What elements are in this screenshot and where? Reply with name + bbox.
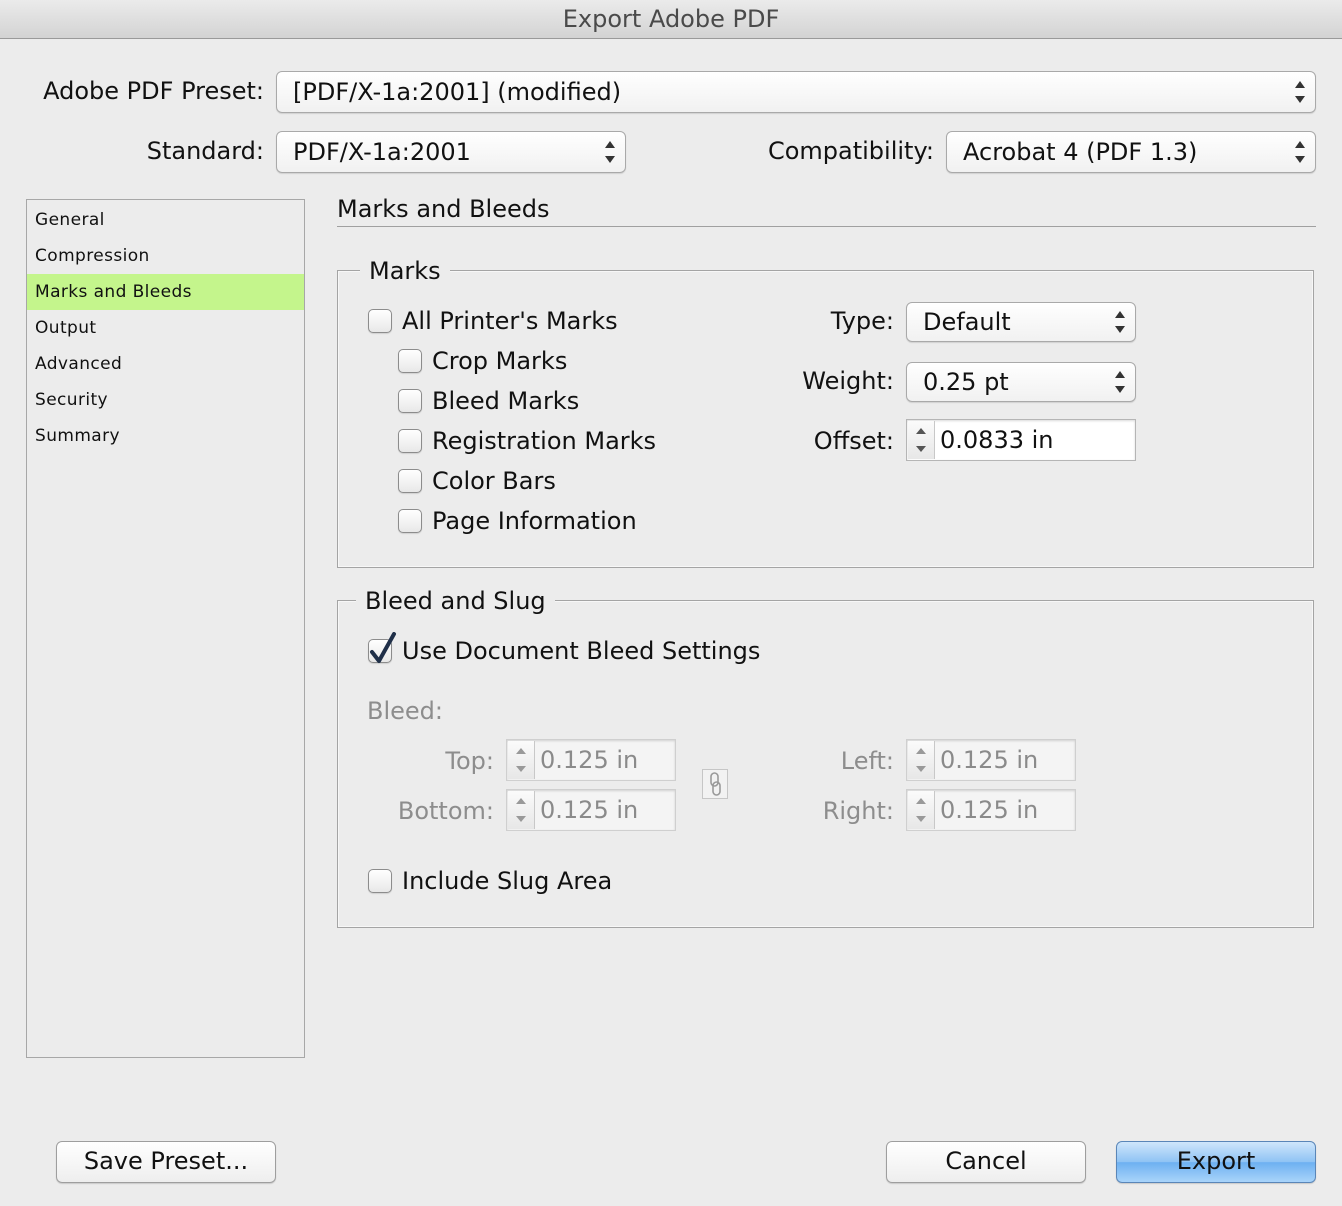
- weight-value: 0.25 pt: [923, 368, 1009, 396]
- updown-arrows-icon: [1295, 81, 1305, 103]
- all-printers-marks-checkbox[interactable]: [368, 309, 392, 333]
- preset-popup[interactable]: [PDF/X-1a:2001] (modified): [276, 71, 1316, 113]
- stepper-icon[interactable]: [908, 791, 935, 829]
- registration-marks-checkbox[interactable]: [398, 429, 422, 453]
- right-field[interactable]: 0.125 in: [906, 789, 1076, 831]
- bleed-marks-checkbox[interactable]: [398, 389, 422, 413]
- color-bars-checkbox[interactable]: [398, 469, 422, 493]
- bleed-label: Bleed:: [367, 697, 443, 725]
- sidebar-item-marks-and-bleeds[interactable]: Marks and Bleeds: [27, 274, 304, 310]
- standard-value: PDF/X-1a:2001: [293, 138, 471, 166]
- updown-arrows-icon: [1115, 371, 1125, 393]
- offset-value: 0.0833 in: [940, 426, 1054, 454]
- title-divider: [337, 226, 1316, 227]
- left-label: Left:: [840, 747, 894, 775]
- compatibility-label: Compatibility:: [767, 137, 934, 165]
- bleed-marks-label: Bleed Marks: [432, 387, 580, 415]
- checkmark-icon: [370, 632, 396, 663]
- type-popup[interactable]: Default: [906, 302, 1136, 342]
- include-slug-checkbox[interactable]: [368, 869, 392, 893]
- standard-popup[interactable]: PDF/X-1a:2001: [276, 131, 626, 173]
- stepper-icon[interactable]: [508, 741, 535, 779]
- page-information-checkbox[interactable]: [398, 509, 422, 533]
- use-document-bleed-checkbox[interactable]: [368, 632, 396, 663]
- updown-arrows-icon: [1115, 311, 1125, 333]
- stepper-icon[interactable]: [908, 741, 935, 779]
- updown-arrows-icon: [1295, 141, 1305, 163]
- marks-legend: Marks: [360, 256, 450, 286]
- weight-popup[interactable]: 0.25 pt: [906, 362, 1136, 402]
- registration-marks-label: Registration Marks: [432, 427, 657, 455]
- top-value: 0.125 in: [540, 746, 639, 774]
- bottom-field[interactable]: 0.125 in: [506, 789, 676, 831]
- sidebar-item-advanced[interactable]: Advanced: [27, 346, 304, 382]
- use-document-bleed-label: Use Document Bleed Settings: [402, 637, 761, 665]
- chain-link-icon[interactable]: [702, 769, 728, 799]
- left-value: 0.125 in: [940, 746, 1039, 774]
- sidebar-item-security[interactable]: Security: [27, 382, 304, 418]
- top-field[interactable]: 0.125 in: [506, 739, 676, 781]
- right-label: Right:: [822, 797, 894, 825]
- window-title: Export Adobe PDF: [0, 0, 1342, 39]
- stepper-icon[interactable]: [508, 791, 535, 829]
- export-button[interactable]: Export: [1116, 1141, 1316, 1183]
- sidebar-item-general[interactable]: General: [27, 202, 304, 238]
- offset-field[interactable]: 0.0833 in: [906, 419, 1136, 461]
- bleed-slug-legend: Bleed and Slug: [356, 586, 555, 616]
- preset-label: Adobe PDF Preset:: [43, 77, 264, 105]
- crop-marks-label: Crop Marks: [432, 347, 568, 375]
- preset-value: [PDF/X-1a:2001] (modified): [293, 78, 622, 106]
- crop-marks-checkbox[interactable]: [398, 349, 422, 373]
- weight-label: Weight:: [802, 367, 894, 395]
- sidebar-item-compression[interactable]: Compression: [27, 238, 304, 274]
- left-field[interactable]: 0.125 in: [906, 739, 1076, 781]
- bottom-value: 0.125 in: [540, 796, 639, 824]
- top-label: Top:: [445, 747, 494, 775]
- updown-arrows-icon: [605, 141, 615, 163]
- bottom-label: Bottom:: [397, 797, 494, 825]
- offset-label: Offset:: [813, 427, 894, 455]
- right-value: 0.125 in: [940, 796, 1039, 824]
- color-bars-label: Color Bars: [432, 467, 556, 495]
- compatibility-popup[interactable]: Acrobat 4 (PDF 1.3): [946, 131, 1316, 173]
- page-title: Marks and Bleeds: [337, 195, 550, 223]
- page-information-label: Page Information: [432, 507, 637, 535]
- compatibility-value: Acrobat 4 (PDF 1.3): [963, 138, 1198, 166]
- standard-label: Standard:: [146, 137, 264, 165]
- include-slug-label: Include Slug Area: [402, 867, 613, 895]
- sidebar-item-summary[interactable]: Summary: [27, 418, 304, 454]
- stepper-icon[interactable]: [908, 421, 935, 459]
- type-value: Default: [923, 308, 1011, 336]
- sidebar-item-output[interactable]: Output: [27, 310, 304, 346]
- cancel-button[interactable]: Cancel: [886, 1141, 1086, 1183]
- sidebar: General Compression Marks and Bleeds Out…: [26, 199, 305, 1058]
- type-label: Type:: [830, 307, 894, 335]
- save-preset-button[interactable]: Save Preset...: [56, 1141, 276, 1183]
- all-printers-marks-label: All Printer's Marks: [402, 307, 618, 335]
